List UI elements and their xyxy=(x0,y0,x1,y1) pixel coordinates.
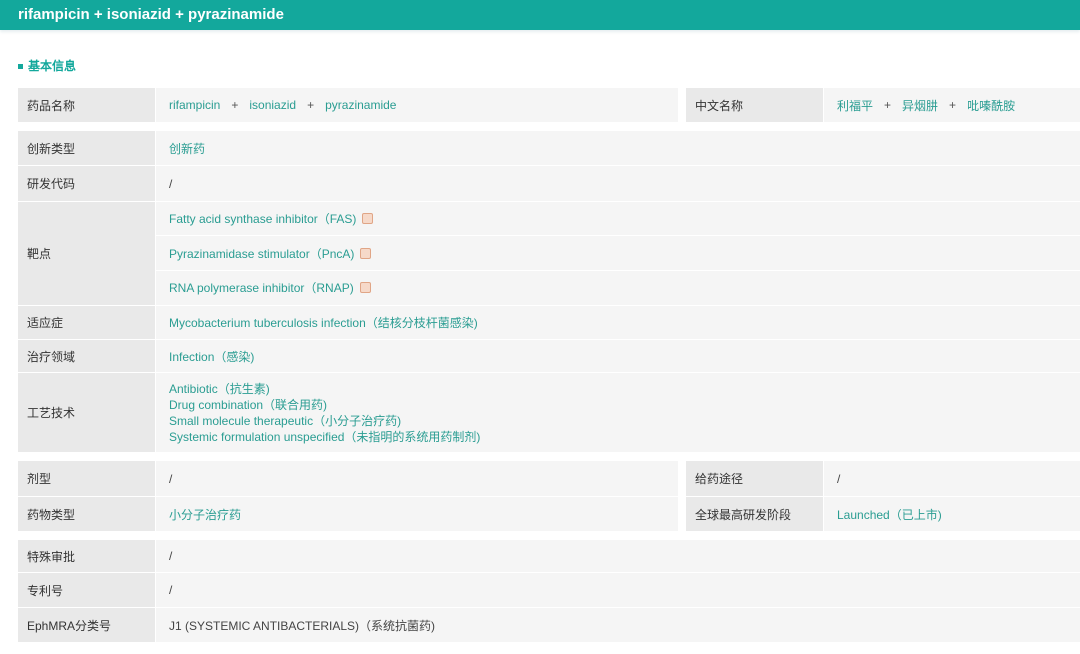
form-group: 剂型 / 给药途径 / 药物类型 小分子治疗药 全球最高研发阶段 Launched（已上… xyxy=(18,461,1080,532)
section-heading: 基本信息 xyxy=(18,57,76,74)
label-innovation: 创新类型 xyxy=(18,131,155,165)
target-item[interactable]: Pyrazinamidase stimulator（PncA) xyxy=(156,236,1080,271)
value-tech: Antibiotic（抗生素) Drug combination（联合用药) S… xyxy=(156,373,1080,452)
label-highest-phase: 全球最高研发阶段 xyxy=(686,497,823,531)
tech-item[interactable]: Systemic formulation unspecified（未指明的系统用… xyxy=(169,429,480,445)
edit-icon[interactable] xyxy=(360,247,372,259)
value-patent: / xyxy=(156,573,1080,607)
plus: + xyxy=(307,98,315,112)
label-dosage-form: 剂型 xyxy=(18,461,155,496)
label-area: 治疗领域 xyxy=(18,340,155,372)
drug-link[interactable]: isoniazid xyxy=(249,98,296,112)
drug-link[interactable]: 吡嗪酰胺 xyxy=(967,97,1015,114)
value-drug-name: rifampicin + isoniazid + pyrazinamide xyxy=(156,88,678,122)
drug-link[interactable]: 异烟肼 xyxy=(902,97,938,114)
target-item[interactable]: RNA polymerase inhibitor（RNAP) xyxy=(156,271,1080,305)
tech-item[interactable]: Antibiotic（抗生素) xyxy=(169,381,270,397)
detail-group: 创新类型 创新药 研发代码 / 靶点 Fatty acid synthase inh… xyxy=(18,131,1080,453)
label-indication: 适应症 xyxy=(18,306,155,339)
plus: + xyxy=(231,98,239,112)
name-group: 药品名称 rifampicin + isoniazid + pyrazinamide 中… xyxy=(18,88,1080,123)
label-approval: 特殊审批 xyxy=(18,540,155,572)
label-target: 靶点 xyxy=(18,202,155,305)
edit-icon[interactable] xyxy=(359,282,371,294)
extra-group: 特殊审批 / 专利号 / EphMRA分类号 J1 (SYSTEMIC ANTIBAC… xyxy=(18,540,1080,643)
value-dosage-form: / xyxy=(156,461,678,496)
value-code: / xyxy=(156,166,1080,201)
label-cn-name: 中文名称 xyxy=(686,88,823,122)
value-cn-name: 利福平 + 异烟肼 + 吡嗪酰胺 xyxy=(824,88,1080,122)
label-route: 给药途径 xyxy=(686,461,823,496)
bullet-icon xyxy=(18,64,23,70)
section-title: 基本信息 xyxy=(28,59,77,73)
target-link[interactable]: RNA polymerase inhibitor（RNAP) xyxy=(169,279,354,296)
target-link[interactable]: Fatty acid synthase inhibitor（FAS) xyxy=(169,210,356,227)
value-route: / xyxy=(824,461,1080,496)
drug-link[interactable]: pyrazinamide xyxy=(325,98,396,112)
value-targets: Fatty acid synthase inhibitor（FAS) Pyraz… xyxy=(156,202,1080,305)
label-tech: 工艺技术 xyxy=(18,373,155,452)
plus: + xyxy=(949,98,957,112)
target-link[interactable]: Pyrazinamidase stimulator（PncA) xyxy=(169,245,354,262)
value-highest-phase[interactable]: Launched（已上市) xyxy=(824,497,1080,531)
label-patent: 专利号 xyxy=(18,573,155,607)
drug-link[interactable]: rifampicin xyxy=(169,98,220,112)
value-ephmra: J1 (SYSTEMIC ANTIBACTERIALS)（系统抗菌药) xyxy=(156,608,1080,642)
label-drug-type: 药物类型 xyxy=(18,497,155,531)
page-title: rifampicin + isoniazid + pyrazinamide xyxy=(0,0,1080,30)
label-drug-name: 药品名称 xyxy=(18,88,155,122)
value-innovation[interactable]: 创新药 xyxy=(156,131,1080,165)
plus: + xyxy=(884,98,892,112)
label-ephmra: EphMRA分类号 xyxy=(18,608,155,642)
target-item[interactable]: Fatty acid synthase inhibitor（FAS) xyxy=(156,202,1080,237)
tech-item[interactable]: Small molecule therapeutic（小分子治疗药) xyxy=(169,413,401,429)
value-area[interactable]: Infection（感染) xyxy=(156,340,1080,372)
value-drug-type[interactable]: 小分子治疗药 xyxy=(156,497,678,531)
tech-item[interactable]: Drug combination（联合用药) xyxy=(169,397,327,413)
value-approval: / xyxy=(156,540,1080,572)
edit-icon[interactable] xyxy=(362,213,374,225)
label-code: 研发代码 xyxy=(18,166,155,201)
drug-link[interactable]: 利福平 xyxy=(837,97,873,114)
value-indication[interactable]: Mycobacterium tuberculosis infection（结核分… xyxy=(156,306,1080,339)
